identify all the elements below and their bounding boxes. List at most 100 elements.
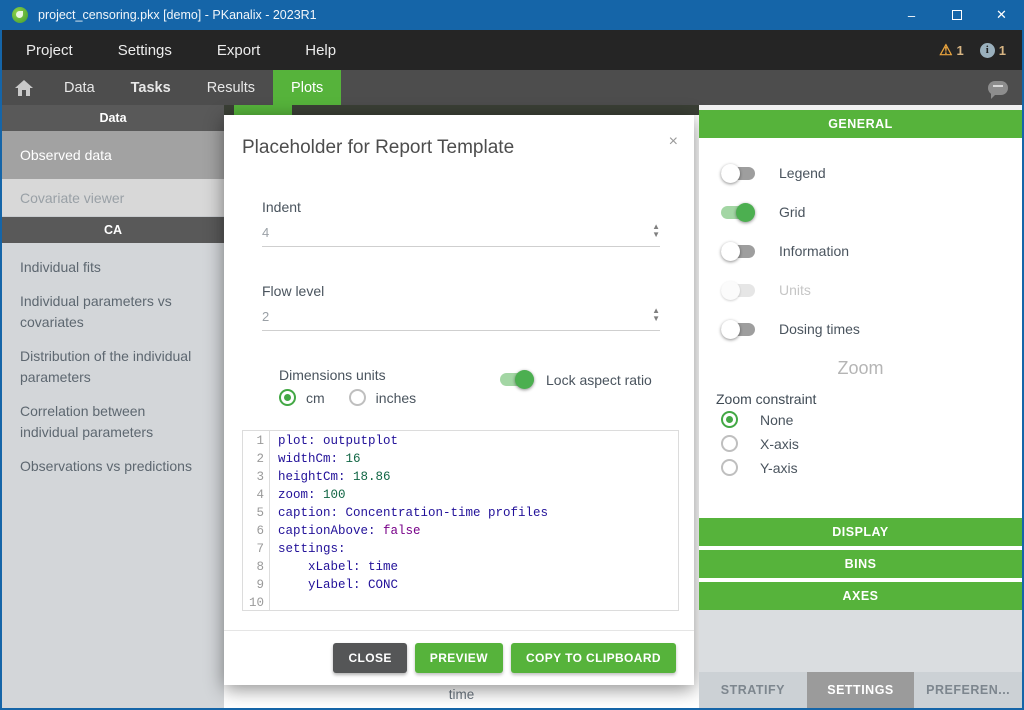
editor-code-lines[interactable]: plot: outputplotwidthCm: 16heightCm: 18.… <box>270 431 678 610</box>
tab-tasks[interactable]: Tasks <box>113 70 189 105</box>
tab-settings[interactable]: SETTINGS <box>807 672 915 708</box>
lock-aspect-toggle[interactable] <box>500 370 534 389</box>
feedback-bubble-icon[interactable] <box>988 81 1008 95</box>
window-title: project_censoring.pkx [demo] - PKanalix … <box>38 8 317 22</box>
plot-x-axis-label: time <box>224 687 699 702</box>
grid-toggle-row: Grid <box>721 202 1022 222</box>
close-button[interactable]: CLOSE <box>333 643 406 673</box>
line-number: 9 <box>243 576 264 594</box>
code-token: 100 <box>316 488 346 502</box>
sidebar-item-distribution-indiv-params[interactable]: Distribution of the individual parameter… <box>20 346 198 388</box>
code-line: caption: Concentration-time profiles <box>278 504 678 522</box>
tab-preferences[interactable]: PREFEREN... <box>914 672 1022 708</box>
home-button[interactable] <box>2 70 46 105</box>
line-number: 3 <box>243 468 264 486</box>
code-line: heightCm: 18.86 <box>278 468 678 486</box>
line-number: 4 <box>243 486 264 504</box>
stepper-down-icon[interactable]: ▼ <box>652 315 660 322</box>
units-toggle-row: Units <box>721 280 1022 300</box>
code-line: settings: <box>278 540 678 558</box>
info-badge[interactable]: i 1 <box>980 43 1006 58</box>
toggle-knob <box>515 370 534 389</box>
radio-zoom-y-axis[interactable] <box>721 459 738 476</box>
stepper-down-icon[interactable]: ▼ <box>652 231 660 238</box>
radio-zoom-none[interactable] <box>721 411 738 428</box>
section-bins[interactable]: BINS <box>699 550 1022 578</box>
code-token: Concentration-time profiles <box>338 506 548 520</box>
dialog-footer: CLOSE PREVIEW COPY TO CLIPBOARD <box>224 630 694 685</box>
indent-input[interactable]: 4 ▲ ▼ <box>262 225 660 247</box>
radio-zoom-none-label[interactable]: None <box>760 412 793 428</box>
report-placeholder-dialog: Placeholder for Report Template × Indent… <box>224 115 694 685</box>
section-axes[interactable]: AXES <box>699 582 1022 610</box>
dialog-close-icon[interactable]: × <box>669 133 678 151</box>
stepper-up-icon[interactable]: ▲ <box>652 223 660 230</box>
dialog-title: Placeholder for Report Template <box>242 137 514 159</box>
radio-inches-label[interactable]: inches <box>376 390 416 406</box>
sidebar-item-indiv-params-vs-covariates[interactable]: Individual parameters vs covariates <box>20 291 198 333</box>
warning-badge[interactable]: ⚠ 1 <box>939 43 964 58</box>
code-token <box>278 578 308 592</box>
dimensions-units-label: Dimensions units <box>279 367 416 383</box>
tab-results[interactable]: Results <box>189 70 273 105</box>
indent-field-group: Indent 4 ▲ ▼ <box>262 199 660 247</box>
copy-to-clipboard-button[interactable]: COPY TO CLIPBOARD <box>511 643 676 673</box>
sidebar-item-observations-vs-predictions[interactable]: Observations vs predictions <box>20 456 198 477</box>
menu-help[interactable]: Help <box>284 42 357 59</box>
units-label: Units <box>779 282 811 298</box>
section-general[interactable]: GENERAL <box>699 110 1022 138</box>
sidebar-item-covariate-viewer[interactable]: Covariate viewer <box>2 179 224 217</box>
line-number: 5 <box>243 504 264 522</box>
radio-cm[interactable] <box>279 389 296 406</box>
warning-icon: ⚠ <box>939 43 952 58</box>
radio-zoom-x-axis-label[interactable]: X-axis <box>760 436 799 452</box>
radio-inches[interactable] <box>349 389 366 406</box>
code-line: yLabel: CONC <box>278 576 678 594</box>
plots-sidebar: Data Observed data Covariate viewer CA I… <box>2 105 224 708</box>
lock-aspect-group: Lock aspect ratio <box>500 370 652 389</box>
stepper-up-icon[interactable]: ▲ <box>652 307 660 314</box>
titlebar: project_censoring.pkx [demo] - PKanalix … <box>0 0 1024 30</box>
maximize-button[interactable] <box>934 0 979 30</box>
sidebar-item-correlation-indiv-params[interactable]: Correlation between individual parameter… <box>20 401 198 443</box>
menu-export[interactable]: Export <box>196 42 281 59</box>
main-area: Data Observed data Covariate viewer CA I… <box>2 105 1022 708</box>
legend-label: Legend <box>779 165 826 181</box>
legend-toggle[interactable] <box>721 164 755 183</box>
dosing-times-label: Dosing times <box>779 321 860 337</box>
panel-empty-zone <box>699 610 1022 672</box>
indent-stepper[interactable]: ▲ ▼ <box>652 223 660 238</box>
minimize-button[interactable]: – <box>889 0 934 30</box>
tab-plots[interactable]: Plots <box>273 70 341 105</box>
toggle-knob <box>721 281 740 300</box>
information-label: Information <box>779 243 849 259</box>
flow-level-stepper[interactable]: ▲ ▼ <box>652 307 660 322</box>
grid-toggle[interactable] <box>721 203 755 222</box>
toggle-knob <box>721 242 740 261</box>
preview-button[interactable]: PREVIEW <box>415 643 503 673</box>
app-logo-icon <box>12 7 28 23</box>
radio-cm-label[interactable]: cm <box>306 390 325 406</box>
sidebar-item-observed-data[interactable]: Observed data <box>2 131 224 179</box>
line-number: 2 <box>243 450 264 468</box>
close-window-button[interactable]: ✕ <box>979 0 1024 30</box>
line-number: 6 <box>243 522 264 540</box>
code-token: time <box>361 560 399 574</box>
radio-zoom-x-axis[interactable] <box>721 435 738 452</box>
code-token <box>278 560 308 574</box>
tab-data[interactable]: Data <box>46 70 113 105</box>
sidebar-item-individual-fits[interactable]: Individual fits <box>20 257 198 278</box>
info-icon: i <box>980 43 995 58</box>
zoom-section-heading: Zoom <box>699 358 1022 379</box>
tab-stratify[interactable]: STRATIFY <box>699 672 807 708</box>
menu-project[interactable]: Project <box>5 42 94 59</box>
dosing-times-toggle[interactable] <box>721 320 755 339</box>
information-toggle[interactable] <box>721 242 755 261</box>
flow-level-input[interactable]: 2 ▲ ▼ <box>262 309 660 331</box>
yaml-code-editor[interactable]: 12345678910 plot: outputplotwidthCm: 16h… <box>242 430 679 611</box>
radio-zoom-y-axis-label[interactable]: Y-axis <box>760 460 798 476</box>
code-token: settings: <box>278 542 346 556</box>
section-display[interactable]: DISPLAY <box>699 518 1022 546</box>
menu-settings[interactable]: Settings <box>97 42 193 59</box>
code-token: false <box>376 524 421 538</box>
